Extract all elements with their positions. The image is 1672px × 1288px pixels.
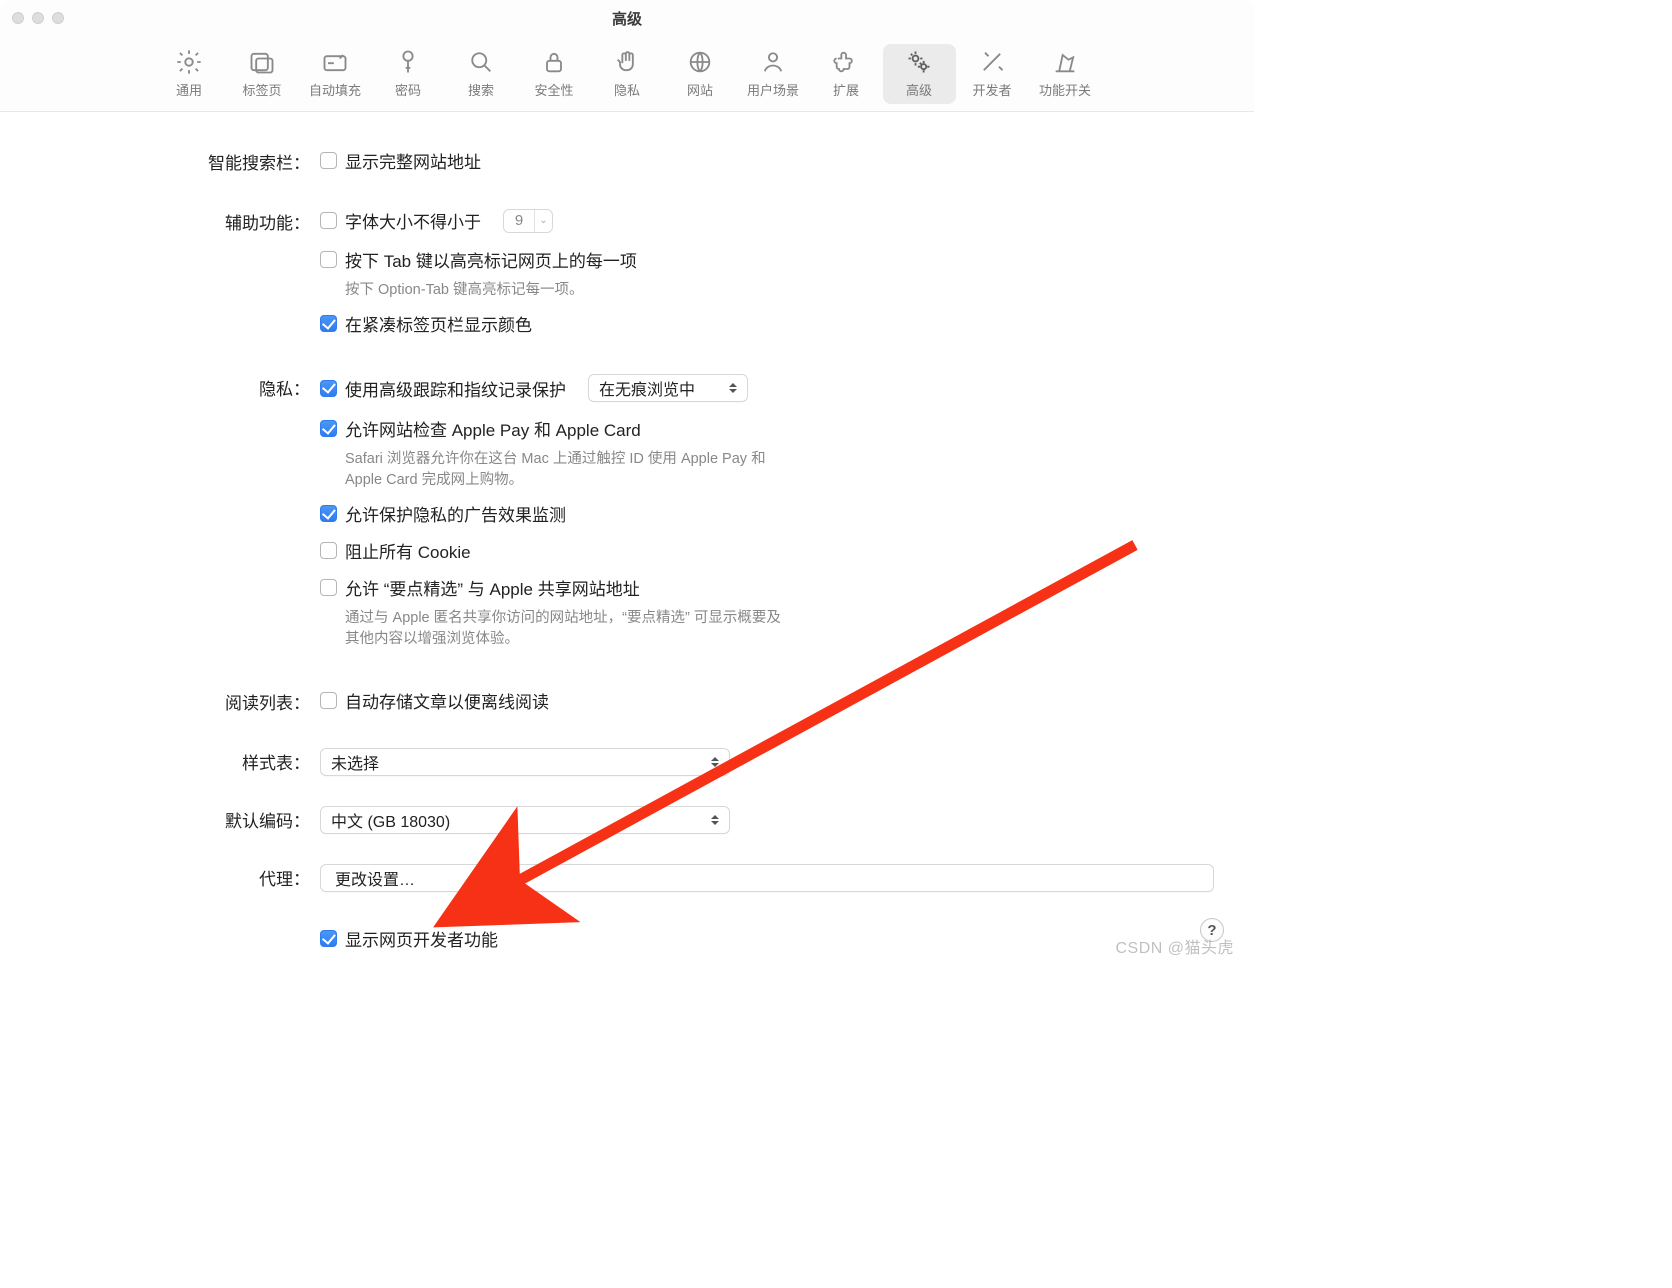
apple-pay-hint: Safari 浏览器允许你在这台 Mac 上通过触控 ID 使用 Apple P… (320, 449, 790, 491)
privacy-label: 隐私： (40, 374, 320, 400)
updown-icon (723, 378, 743, 398)
tab-highlight-checkbox[interactable] (320, 251, 337, 268)
toolbar-tab-label: 自动填充 (309, 80, 361, 99)
hand-icon (613, 48, 641, 76)
share-highlights-checkbox[interactable] (320, 579, 337, 596)
toolbar-tab-label: 密码 (395, 80, 421, 99)
show-develop-menu-label: 显示网页开发者功能 (345, 926, 498, 951)
share-highlights-hint: 通过与 Apple 匿名共享你访问的网站地址，“要点精选” 可显示概要及其他内容… (320, 608, 790, 650)
proxy-settings-button[interactable]: 更改设置… (320, 864, 1214, 892)
close-window-button[interactable] (12, 12, 24, 24)
share-highlights-label: 允许 “要点精选” 与 Apple 共享网站地址 (345, 575, 640, 600)
min-font-label: 字体大小不得小于 (345, 208, 481, 233)
advanced-settings: 智能搜索栏： 显示完整网站地址 辅助功能： 字体大小不得小于 9 ⌄ (0, 112, 1254, 983)
zoom-window-button[interactable] (52, 12, 64, 24)
gears-icon (905, 48, 933, 76)
tools-icon (978, 48, 1006, 76)
search-icon (467, 48, 495, 76)
toolbar-tab-label: 网站 (687, 80, 713, 99)
toolbar-tab-label: 隐私 (614, 80, 640, 99)
profile-icon (759, 48, 787, 76)
show-full-address-label: 显示完整网站地址 (345, 148, 481, 173)
prefs-toolbar: 通用 标签页 自动填充 密码 搜索 安全性 隐私 网站 用户场景 扩展 高级 开发者 功能开关 (0, 36, 1254, 112)
block-cookies-checkbox[interactable] (320, 542, 337, 559)
watermark: CSDN @猫头虎 (1115, 934, 1234, 958)
toolbar-tab-tabs[interactable]: 标签页 (226, 44, 299, 104)
apple-pay-check-checkbox[interactable] (320, 420, 337, 437)
toolbar-tab-label: 通用 (176, 80, 202, 99)
toolbar-tab-websites[interactable]: 网站 (664, 44, 737, 104)
tab-highlight-hint: 按下 Option-Tab 键高亮标记每一项。 (320, 280, 790, 301)
block-cookies-label: 阻止所有 Cookie (345, 538, 471, 563)
toolbar-tab-extensions[interactable]: 扩展 (810, 44, 883, 104)
minimize-window-button[interactable] (32, 12, 44, 24)
toolbar-tab-label: 搜索 (468, 80, 494, 99)
gear-icon (175, 48, 203, 76)
compact-tab-color-checkbox[interactable] (320, 315, 337, 332)
updown-icon (705, 752, 725, 772)
toolbar-tab-search[interactable]: 搜索 (445, 44, 518, 104)
show-full-address-checkbox[interactable] (320, 152, 337, 169)
toolbar-tab-label: 高级 (906, 80, 932, 99)
toolbar-tab-advanced[interactable]: 高级 (883, 44, 956, 104)
tabs-icon (248, 48, 276, 76)
auto-save-offline-label: 自动存储文章以便离线阅读 (345, 688, 549, 713)
globe-icon (686, 48, 714, 76)
ad-measure-checkbox[interactable] (320, 505, 337, 522)
lock-icon (540, 48, 568, 76)
flags-icon (1051, 48, 1079, 76)
compact-tab-color-label: 在紧凑标签页栏显示颜色 (345, 311, 532, 336)
encoding-select[interactable]: 中文 (GB 18030) (320, 806, 730, 834)
titlebar: 高级 (0, 0, 1254, 36)
tab-highlight-label: 按下 Tab 键以高亮标记网页上的每一项 (345, 247, 637, 272)
stylesheet-label: 样式表： (40, 748, 320, 774)
min-font-checkbox[interactable] (320, 212, 337, 229)
toolbar-tab-developer[interactable]: 开发者 (956, 44, 1029, 104)
toolbar-tab-label: 功能开关 (1039, 80, 1091, 99)
toolbar-tab-label: 用户场景 (747, 80, 799, 99)
toolbar-tab-label: 开发者 (972, 80, 1011, 99)
encoding-label: 默认编码： (40, 806, 320, 832)
toolbar-tab-passwords[interactable]: 密码 (372, 44, 445, 104)
autofill-icon (321, 48, 349, 76)
show-develop-menu-checkbox[interactable] (320, 930, 337, 947)
traffic-lights (12, 12, 64, 24)
toolbar-tab-flags[interactable]: 功能开关 (1029, 44, 1102, 104)
reading-list-label: 阅读列表： (40, 688, 320, 714)
toolbar-tab-label: 标签页 (242, 80, 281, 99)
toolbar-tab-privacy[interactable]: 隐私 (591, 44, 664, 104)
auto-save-offline-checkbox[interactable] (320, 692, 337, 709)
min-font-stepper[interactable]: 9 ⌄ (503, 209, 553, 233)
window-title: 高级 (612, 8, 642, 29)
toolbar-tab-autofill[interactable]: 自动填充 (299, 44, 372, 104)
toolbar-tab-label: 扩展 (833, 80, 859, 99)
tracking-scope-select[interactable]: 在无痕浏览中 (588, 374, 748, 402)
key-icon (394, 48, 422, 76)
apple-pay-check-label: 允许网站检查 Apple Pay 和 Apple Card (345, 416, 641, 441)
ad-measure-label: 允许保护隐私的广告效果监测 (345, 501, 566, 526)
toolbar-tab-general[interactable]: 通用 (153, 44, 226, 104)
tracking-protect-checkbox[interactable] (320, 380, 337, 397)
chevron-down-icon: ⌄ (534, 210, 552, 232)
puzzle-icon (832, 48, 860, 76)
toolbar-tab-profiles[interactable]: 用户场景 (737, 44, 810, 104)
proxy-label: 代理： (40, 864, 320, 890)
toolbar-tab-label: 安全性 (534, 80, 573, 99)
accessibility-label: 辅助功能： (40, 208, 320, 234)
updown-icon (705, 810, 725, 830)
stylesheet-select[interactable]: 未选择 (320, 748, 730, 776)
toolbar-tab-security[interactable]: 安全性 (518, 44, 591, 104)
tracking-protect-label: 使用高级跟踪和指纹记录保护 (345, 376, 566, 401)
smart-search-label: 智能搜索栏： (40, 148, 320, 174)
